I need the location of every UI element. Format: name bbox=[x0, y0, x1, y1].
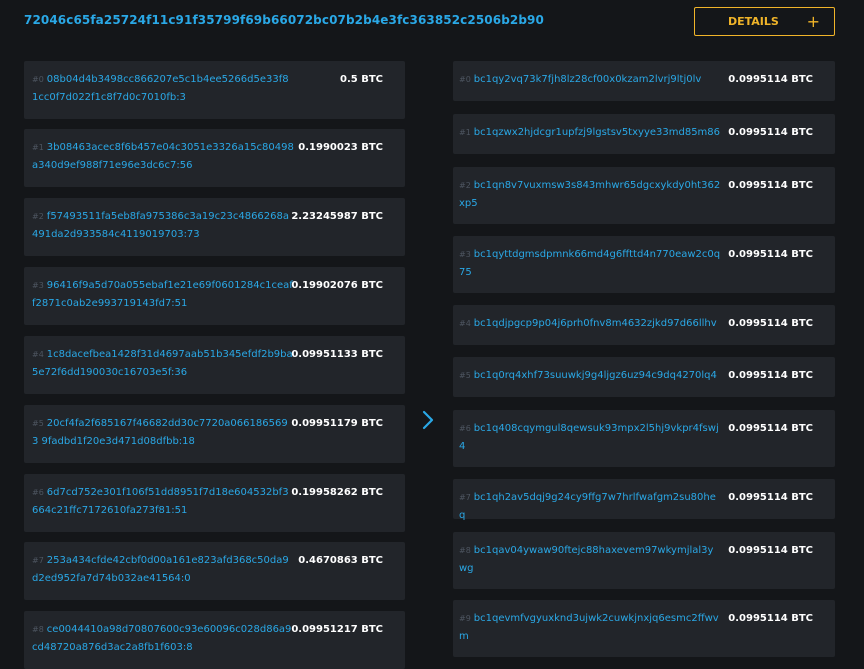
output-row: #0 bc1qy2vq73k7fjh8lz28cf00x0kzam2lvrj9lt… bbox=[453, 61, 835, 101]
input-index: #8 bbox=[32, 625, 44, 634]
output-index: #4 bbox=[459, 319, 471, 328]
input-row: #1 3b08463acec8f6b457e04c3051e3326a15c804… bbox=[24, 129, 405, 187]
input-row: #8 ce0044410a98d70807600c93e60096c028d86a… bbox=[24, 611, 405, 669]
input-index: #3 bbox=[32, 281, 44, 290]
output-amount: 0.0995114 BTC bbox=[728, 318, 813, 329]
input-outpoint-link[interactable]: #8 ce0044410a98d70807600c93e60096c028d86a… bbox=[32, 621, 294, 657]
input-index: #2 bbox=[32, 212, 44, 221]
input-index: #1 bbox=[32, 143, 44, 152]
input-amount: 0.09951133 BTC bbox=[291, 349, 383, 360]
output-amount: 0.0995114 BTC bbox=[728, 492, 813, 503]
input-amount: 0.4670863 BTC bbox=[298, 555, 383, 566]
input-amount: 2.23245987 BTC bbox=[291, 211, 383, 222]
input-row: #5 20cf4fa2f685167f46682dd30c7720a0661865… bbox=[24, 405, 405, 463]
output-row: #5 bc1q0rq4xhf73suuwkj9g4ljgz6uz94c9dq427… bbox=[453, 357, 835, 397]
details-label: DETAILS bbox=[728, 15, 779, 28]
output-index: #0 bbox=[459, 75, 471, 84]
output-address-link[interactable]: #2 bc1qn8v7vuxmsw3s843mhwr65dgcxykdy0ht36… bbox=[459, 177, 721, 213]
output-row: #9 bc1qevmfvgyuxknd3ujwk2cuwkjnxjq6esmc2f… bbox=[453, 600, 835, 657]
output-index: #5 bbox=[459, 371, 471, 380]
input-row: #7 253a434cfde42cbf0d00a161e823afd368c50d… bbox=[24, 542, 405, 600]
input-row: #3 96416f9a5d70a055ebaf1e21e69f0601284c1c… bbox=[24, 267, 405, 325]
details-button[interactable]: DETAILS + bbox=[694, 7, 835, 36]
input-outpoint-link[interactable]: #6 6d7cd752e301f106f51dd8951f7d18e604532b… bbox=[32, 484, 294, 520]
input-outpoint-link[interactable]: #2 f57493511fa5eb8fa975386c3a19c23c486626… bbox=[32, 208, 294, 244]
output-address-link[interactable]: #4 bc1qdjpgcp9p04j6prh0fnv8m4632zjkd97d66… bbox=[459, 315, 721, 333]
output-amount: 0.0995114 BTC bbox=[728, 127, 813, 138]
output-index: #1 bbox=[459, 128, 471, 137]
output-row: #2 bc1qn8v7vuxmsw3s843mhwr65dgcxykdy0ht36… bbox=[453, 167, 835, 224]
input-index: #4 bbox=[32, 350, 44, 359]
output-address-link[interactable]: #8 bc1qav04ywaw90ftejc88haxevem97wkymjlal… bbox=[459, 542, 721, 578]
transaction-id[interactable]: 72046c65fa25724f11c91f35799f69b66072bc07… bbox=[24, 13, 544, 27]
input-index: #6 bbox=[32, 488, 44, 497]
output-address-link[interactable]: #9 bc1qevmfvgyuxknd3ujwk2cuwkjnxjq6esmc2f… bbox=[459, 610, 721, 646]
output-address-link[interactable]: #7 bc1qh2av5dqj9g24cy9ffg7w7hrlfwafgm2su8… bbox=[459, 489, 721, 525]
output-amount: 0.0995114 BTC bbox=[728, 545, 813, 556]
input-amount: 0.09951179 BTC bbox=[291, 418, 383, 429]
output-row: #3 bc1qyttdgmsdpmnk66md4g6ffttd4n770eaw2c… bbox=[453, 236, 835, 293]
output-row: #7 bc1qh2av5dqj9g24cy9ffg7w7hrlfwafgm2su8… bbox=[453, 479, 835, 521]
plus-icon: + bbox=[806, 11, 820, 31]
input-index: #5 bbox=[32, 419, 44, 428]
input-amount: 0.19958262 BTC bbox=[291, 487, 383, 498]
output-address-link[interactable]: #1 bc1qzwx2hjdcgr1upfzj9lgstsv5txyye33md8… bbox=[459, 124, 721, 142]
output-index: #6 bbox=[459, 424, 471, 433]
output-row: #4 bc1qdjpgcp9p04j6prh0fnv8m4632zjkd97d66… bbox=[453, 305, 835, 345]
output-index: #3 bbox=[459, 250, 471, 259]
input-row: #6 6d7cd752e301f106f51dd8951f7d18e604532b… bbox=[24, 474, 405, 532]
output-index: #9 bbox=[459, 614, 471, 623]
output-amount: 0.0995114 BTC bbox=[728, 180, 813, 191]
input-amount: 0.1990023 BTC bbox=[298, 142, 383, 153]
input-row: #2 f57493511fa5eb8fa975386c3a19c23c486626… bbox=[24, 198, 405, 256]
input-outpoint-link[interactable]: #7 253a434cfde42cbf0d00a161e823afd368c50d… bbox=[32, 552, 294, 588]
output-address-link[interactable]: #3 bc1qyttdgmsdpmnk66md4g6ffttd4n770eaw2c… bbox=[459, 246, 721, 282]
output-amount: 0.0995114 BTC bbox=[728, 74, 813, 85]
output-amount: 0.0995114 BTC bbox=[728, 370, 813, 381]
chevron-right-icon[interactable] bbox=[421, 409, 435, 431]
output-index: #2 bbox=[459, 181, 471, 190]
input-amount: 0.09951217 BTC bbox=[291, 624, 383, 635]
input-outpoint-link[interactable]: #5 20cf4fa2f685167f46682dd30c7720a0661865… bbox=[32, 415, 294, 451]
input-index: #0 bbox=[32, 75, 44, 84]
input-outpoint-link[interactable]: #0 08b04d4b3498cc866207e5c1b4ee5266d5e33f… bbox=[32, 71, 294, 107]
input-outpoint-link[interactable]: #4 1c8dacefbea1428f31d4697aab51b345efdf2b… bbox=[32, 346, 294, 382]
output-row: #6 bc1q408cqymgul8qewsuk93mpx2l5hj9vkpr4f… bbox=[453, 410, 835, 467]
input-outpoint-link[interactable]: #3 96416f9a5d70a055ebaf1e21e69f0601284c1c… bbox=[32, 277, 294, 313]
input-index: #7 bbox=[32, 556, 44, 565]
output-index: #7 bbox=[459, 493, 471, 502]
output-address-link[interactable]: #0 bc1qy2vq73k7fjh8lz28cf00x0kzam2lvrj9lt… bbox=[459, 71, 721, 89]
input-amount: 0.19902076 BTC bbox=[291, 280, 383, 291]
output-amount: 0.0995114 BTC bbox=[728, 423, 813, 434]
output-address-link[interactable]: #5 bc1q0rq4xhf73suuwkj9g4ljgz6uz94c9dq427… bbox=[459, 367, 721, 385]
output-row: #8 bc1qav04ywaw90ftejc88haxevem97wkymjlal… bbox=[453, 532, 835, 589]
output-row: #1 bc1qzwx2hjdcgr1upfzj9lgstsv5txyye33md8… bbox=[453, 114, 835, 154]
input-row: #4 1c8dacefbea1428f31d4697aab51b345efdf2b… bbox=[24, 336, 405, 394]
input-amount: 0.5 BTC bbox=[340, 74, 383, 85]
output-amount: 0.0995114 BTC bbox=[728, 249, 813, 260]
output-index: #8 bbox=[459, 546, 471, 555]
input-outpoint-link[interactable]: #1 3b08463acec8f6b457e04c3051e3326a15c804… bbox=[32, 139, 294, 175]
input-row: #0 08b04d4b3498cc866207e5c1b4ee5266d5e33f… bbox=[24, 61, 405, 119]
output-amount: 0.0995114 BTC bbox=[728, 613, 813, 624]
output-address-link[interactable]: #6 bc1q408cqymgul8qewsuk93mpx2l5hj9vkpr4f… bbox=[459, 420, 721, 456]
